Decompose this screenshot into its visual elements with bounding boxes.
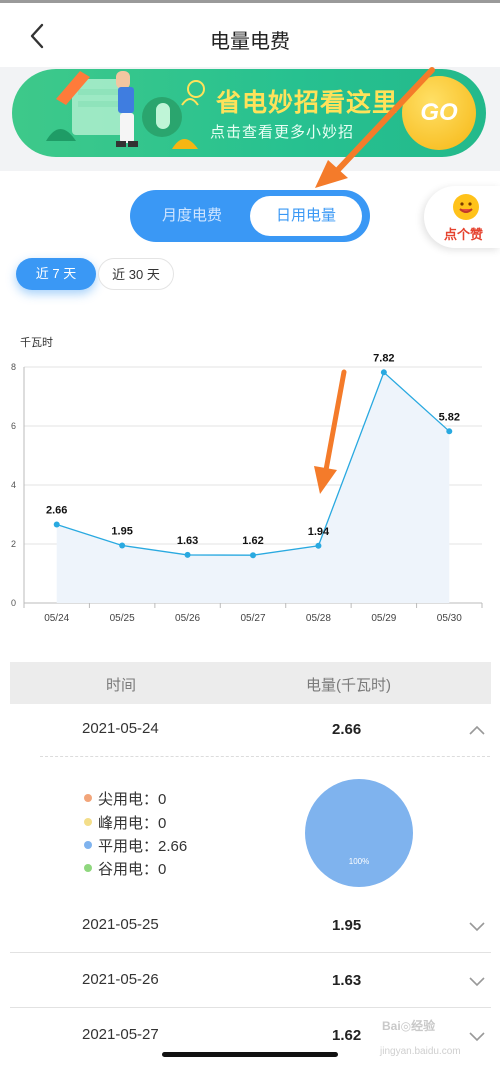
legend-dot (84, 841, 92, 850)
x-tick-label: 05/27 (240, 613, 265, 624)
data-label: 7.82 (373, 352, 394, 364)
x-tick-label: 05/29 (371, 613, 396, 624)
chevron-down-icon[interactable] (468, 975, 486, 987)
data-point (446, 428, 453, 435)
range-30-days[interactable]: 近 30 天 (98, 258, 174, 290)
data-point (184, 551, 191, 558)
y-tick-label: 0 (11, 598, 16, 608)
chevron-down-icon[interactable] (468, 920, 486, 932)
banner-subline: 点击查看更多小妙招 (210, 124, 355, 141)
daily-usage-chart: 千瓦时 0 2 4 6 8 05/24 05/25 05/26 05/27 05/28 05/29 0… (11, 336, 483, 624)
legend-dot (84, 818, 92, 827)
x-tick-label: 05/25 (110, 613, 135, 624)
pie-label: 100% (348, 857, 370, 866)
header: 电量电费 (0, 3, 500, 67)
row-divider (40, 756, 490, 757)
data-label: 5.82 (439, 411, 460, 423)
tab-daily-usage[interactable]: 日用电量 (250, 196, 362, 236)
data-label: 1.62 (242, 535, 263, 547)
data-point (380, 369, 387, 376)
data-label: 1.95 (111, 525, 132, 537)
banner-area: 省电妙招看这里 点击查看更多小妙招 GO (0, 67, 500, 171)
tab-monthly-fee[interactable]: 月度电费 (138, 196, 246, 236)
row-value: 1.62 (332, 1027, 362, 1044)
data-point (119, 542, 126, 549)
table-row[interactable]: 2021-05-24 2.66 (10, 704, 491, 756)
range-7-days[interactable]: 近 7 天 (16, 258, 96, 290)
table-header: 时间 电量(千瓦时) (10, 662, 491, 704)
row-divider (10, 952, 491, 953)
legend-item: 峰用电：0 (84, 812, 166, 833)
legend-dot (84, 794, 92, 803)
watermark-url: jingyan.baidu.com (380, 1046, 461, 1057)
like-label: 点个赞 (444, 227, 484, 242)
row-value: 2.66 (332, 721, 362, 738)
home-indicator[interactable] (162, 1052, 338, 1057)
data-label: 2.66 (46, 505, 67, 517)
table-row[interactable]: 2021-05-25 1.95 (10, 900, 491, 952)
x-tick-label: 05/30 (437, 613, 462, 624)
banner-headline: 省电妙招看这里 (216, 89, 399, 117)
column-usage: 电量(千瓦时) (306, 677, 391, 694)
chevron-down-icon[interactable] (468, 1030, 486, 1042)
legend-item: 平用电：2.66 (84, 835, 187, 856)
watermark: Bai◎经验 (382, 1019, 436, 1033)
data-point (53, 521, 60, 528)
x-tick-label: 05/28 (306, 613, 331, 624)
row-date: 2021-05-26 (82, 971, 159, 988)
data-point (250, 552, 256, 559)
data-point (315, 542, 322, 549)
x-tick-label: 05/24 (44, 613, 69, 624)
y-tick-label: 6 (11, 421, 16, 431)
like-button[interactable]: 点个赞 (424, 186, 500, 248)
row-divider (10, 1007, 491, 1008)
table-row[interactable]: 2021-05-26 1.63 (10, 955, 491, 1007)
y-tick-label: 2 (11, 539, 16, 549)
legend-item: 谷用电：0 (84, 858, 166, 879)
y-tick-label: 4 (11, 480, 16, 490)
view-toggle: 月度电费 日用电量 (130, 190, 370, 242)
row-value: 1.95 (332, 917, 362, 934)
row-value: 1.63 (332, 972, 362, 989)
banner-illustration (46, 71, 205, 149)
page-title: 电量电费 (210, 31, 290, 53)
series-area (56, 372, 450, 603)
chevron-up-icon[interactable] (468, 724, 486, 736)
usage-pie: 100% (305, 779, 413, 887)
data-label: 1.94 (308, 526, 330, 538)
y-tick-label: 8 (11, 362, 16, 372)
column-time: 时间 (106, 677, 137, 694)
row-date: 2021-05-24 (82, 720, 159, 737)
legend-label: 平用电：2.66 (98, 838, 188, 855)
x-tick-label: 05/26 (175, 613, 200, 624)
y-axis-label: 千瓦时 (20, 336, 53, 349)
legend-label: 谷用电：0 (98, 861, 167, 878)
legend-dot (84, 864, 92, 873)
go-button[interactable]: GO (402, 76, 476, 150)
legend-label: 尖用电：0 (98, 791, 167, 808)
legend-item: 尖用电：0 (84, 788, 166, 809)
row-date: 2021-05-27 (82, 1026, 159, 1043)
row-date: 2021-05-25 (82, 916, 159, 933)
data-label: 1.63 (177, 535, 198, 547)
legend-label: 峰用电：0 (98, 815, 167, 832)
tips-banner[interactable]: 省电妙招看这里 点击查看更多小妙招 GO (12, 69, 486, 157)
smile-icon (453, 194, 479, 220)
